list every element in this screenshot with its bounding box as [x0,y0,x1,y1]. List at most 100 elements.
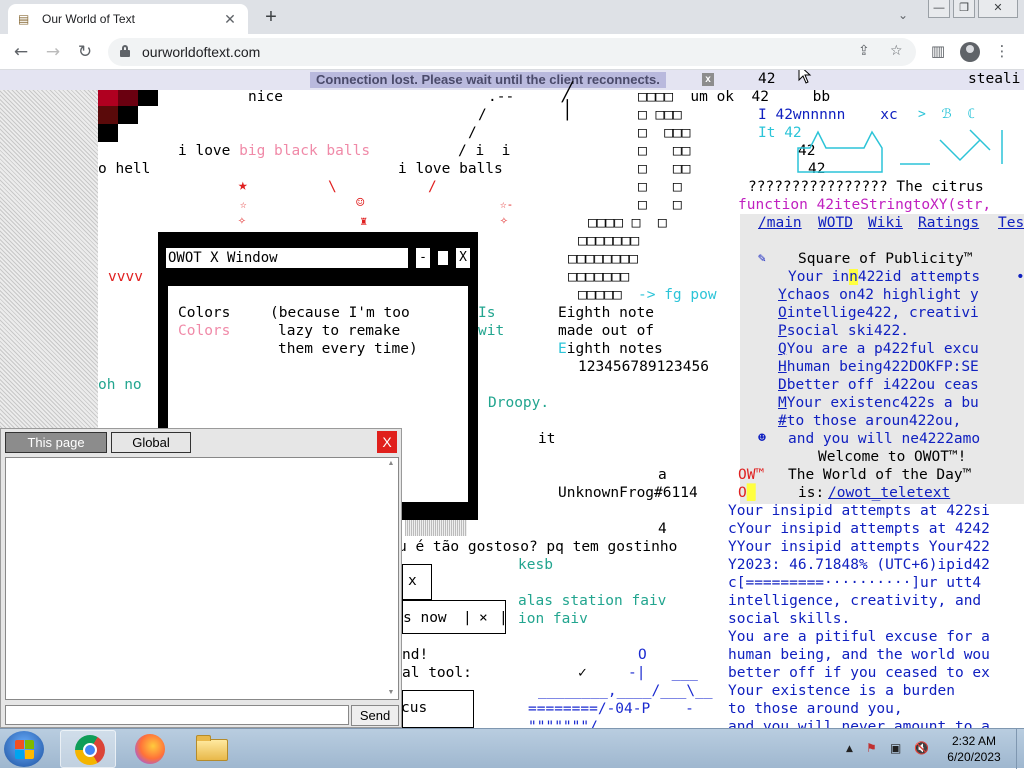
window-text: lazy to remake [278,323,401,339]
lock-icon[interactable] [120,45,130,57]
world-text: □ □□ [638,161,691,177]
wotd-line: and you will ne4222amo [788,431,981,447]
maximize-button[interactable]: ❐ [953,0,975,18]
square-of-publicity-title: Square of Publicity™ [798,251,973,267]
world-text: □□□□□□□ [578,233,640,249]
link-wotd[interactable]: WOTD [818,214,853,232]
world-text: vvvv [108,269,143,285]
pixel-block [98,88,118,106]
wotd-line: Ychaos on42 highlight y [778,287,979,303]
world-text: Is [478,305,496,321]
world-text: Y2023: 46.71848% (UTC+6)ipid42 [728,557,990,573]
start-button[interactable] [4,731,44,767]
owot-world-canvas[interactable]: Connection lost. Please wait until the c… [0,70,1024,728]
browser-toolbar: ← → ↻ ourworldoftext.com ⇪ ☆ ▥ ⋮ [0,34,1024,70]
owot-window-maximize-button[interactable] [436,248,450,268]
share-icon[interactable]: ⇪ [858,43,870,59]
link-ratings[interactable]: Ratings [918,214,979,232]
system-clock[interactable]: 2:32 AM 6/20/2023 [942,733,1006,765]
world-text: □□□□□□□□ [568,251,638,267]
send-button[interactable]: Send [351,705,399,726]
file-explorer-taskbar-button[interactable] [184,730,240,768]
figure-icon: ♜ [360,214,368,228]
world-text: -| ___ [628,665,698,681]
world-text: i love balls [398,161,503,177]
tab-global[interactable]: Global [111,432,191,453]
wotd-link[interactable]: /owot_teletext [828,484,950,502]
show-hidden-icons-button[interactable]: ▲ [846,744,853,754]
banner-close-button[interactable]: x [702,73,714,86]
world-text: nd! [402,647,429,663]
chrome-taskbar-button[interactable] [60,730,116,768]
world-text: o hell [98,161,151,177]
chat-input[interactable] [5,705,349,725]
tab-search-chevron-icon[interactable]: ⌄ [898,8,908,22]
action-center-flag-icon[interactable]: ⚑ [866,741,877,755]
wotd-line: MYour existenc422s a bu [778,395,979,411]
world-text: Your existence is a burden [728,683,955,699]
world-text: ion faiv [518,611,588,627]
world-text: □□□□ □ □ [588,215,667,231]
tab-our-world-of-text[interactable]: ▤ Our World of Text ✕ [8,4,248,34]
scroll-up-icon[interactable]: ▲ [385,459,397,469]
world-text: steali [968,71,1021,87]
world-text: 4 [658,521,667,537]
profile-icon[interactable] [960,42,980,62]
back-button[interactable]: ← [10,42,32,62]
pattern-strip [405,520,467,536]
address-bar[interactable]: ourworldoftext.com ⇪ ☆ [108,38,916,66]
scroll-down-icon[interactable]: ▼ [385,688,397,698]
owot-window-close-button[interactable]: X [456,248,470,268]
tab-strip: ▤ Our World of Text ✕ + ⌄ — ❐ ✕ [0,0,1024,34]
windows-taskbar: ▲ ⚑ ▣ 🔇 2:32 AM 6/20/2023 [0,728,1024,769]
colors-label-pink: Colors [178,323,231,339]
owot-window-minimize-button[interactable]: - [416,248,430,268]
link-wiki[interactable]: Wiki [868,214,903,232]
chat-close-button[interactable]: X [377,431,397,453]
volume-muted-icon[interactable]: 🔇 [914,741,929,755]
world-text: │ [562,100,573,121]
world-text: □□□□ um ok 42 bb [638,89,831,105]
link-tes[interactable]: Tes [998,214,1024,232]
colors-label: Colors [178,305,231,321]
world-text: made out of [558,323,655,339]
file-explorer-icon [196,735,228,761]
new-tab-button[interactable]: + [260,6,282,29]
world-text: oh no [98,377,142,393]
wotd-line: Hhuman being422DOKFP:SE [778,359,979,375]
world-text: is: [798,485,825,501]
tab-close-icon[interactable]: ✕ [222,11,238,28]
world-text: .-- [488,89,515,105]
chat-messages[interactable]: ▲ ▼ [5,457,399,700]
world-text: UnknownFrog#6114 [558,485,698,501]
side-panel-icon[interactable]: ▥ [928,42,948,60]
world-text: Eighth notes [558,341,663,357]
world-text: \ [328,179,337,195]
wotd-line: QYou are a p422ful excu [778,341,979,357]
firefox-taskbar-button[interactable] [122,730,178,768]
forward-button[interactable]: → [42,42,64,62]
star-icon[interactable]: ☆ [890,43,903,59]
world-text: | [463,610,472,626]
world-text: function 42iteStringtoXY(str, [738,197,992,213]
network-icon[interactable]: ▣ [890,741,901,755]
tab-this-page[interactable]: This page [5,432,107,453]
close-window-button[interactable]: ✕ [978,0,1018,18]
wotd-line: Dbetter off i422ou ceas [778,377,979,393]
wotd-line: #to those aroun422ou, [778,413,962,429]
kebab-menu-icon[interactable]: ⋮ [992,42,1012,60]
world-text: nice [248,89,283,105]
world-text: You are a pitiful excuse for a [728,629,990,645]
chat-scrollbar[interactable]: ▲ ▼ [385,459,397,698]
chrome-icon [75,735,105,765]
world-text: and you will never amount to a [728,719,990,728]
minimize-button[interactable]: — [928,0,950,18]
world-text: i love big black balls [178,143,371,159]
world-text: Your insipid attempts at 422si [728,503,990,519]
owot-window-title[interactable]: OWOT X Window [166,248,408,268]
link-main[interactable]: /main [758,214,802,232]
show-desktop-button[interactable] [1016,729,1024,769]
reload-button[interactable]: ↻ [74,42,96,62]
welcome-text: Welcome to OWOT™! [818,449,967,465]
sparkle-icon: ✧ [238,213,246,228]
